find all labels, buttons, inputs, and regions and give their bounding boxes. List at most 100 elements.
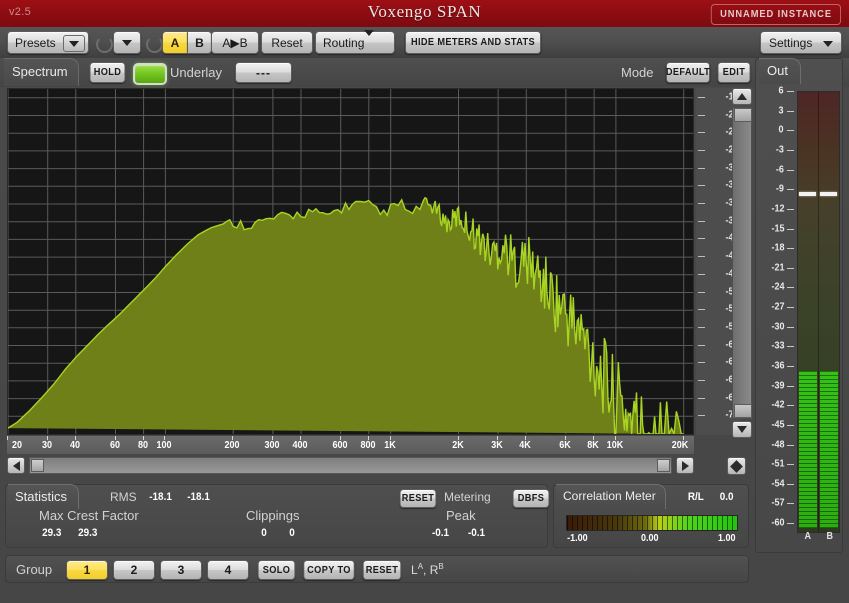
meter-tick-label: -3 [775,144,784,156]
title-bar: v2.5 Voxengo SPAN UNNAMED INSTANCE [0,0,849,28]
frequency-tick-label: 800 [360,440,376,451]
frequency-tick-label: 6K [559,440,571,451]
spectrum-tab[interactable]: Spectrum [4,58,79,86]
meter-tick-label: -18 [770,242,784,254]
zoom-reset-button[interactable] [727,457,746,475]
copy-a-to-b-button[interactable]: A▶B [211,31,259,54]
hold-button[interactable]: HOLD [89,62,126,83]
channel-map-right-sup: B [438,562,444,571]
instance-name-button[interactable]: UNNAMED INSTANCE [710,4,841,25]
meter-tick-label: -36 [770,360,784,372]
meter-label-a: A [804,531,811,542]
spectrum-plot [8,89,693,434]
peak-value-a: -0.1 [431,527,450,539]
clippings-label: Clippings [246,508,300,523]
rms-value-a: -18.1 [149,491,172,503]
correlation-scale-mid: 0.00 [640,533,659,544]
scroll-left-button[interactable] [7,457,25,474]
triangle-right-icon [681,460,689,471]
hide-meters-and-stats-button[interactable]: HIDE METERS AND STATS [404,31,542,54]
max-crest-factor-label: Max Crest Factor [39,508,139,523]
presets-label: Presets [15,35,56,50]
output-meter-scale: 6 3 0 -3 -6 -9 -12 -15 -18 -21 -24 -27 -… [756,86,796,537]
group-bar: Group 1 2 3 4 SOLO COPY TO RESET LA, RB [5,555,749,583]
correlation-meter-tab[interactable]: Correlation Meter [556,484,666,509]
slot-a-button[interactable]: A [162,31,187,54]
settings-label: Settings [769,35,813,50]
meter-tick-label: -57 [770,497,784,509]
copy-to-button[interactable]: COPY TO [303,560,355,580]
horizontal-scroll-thumb-left[interactable] [31,459,44,472]
scroll-up-button[interactable] [732,88,752,105]
horizontal-scroll-thumb-right[interactable] [657,459,670,472]
spectrum-horizontal-scrollbar[interactable] [7,456,694,476]
span-plugin-window: v2.5 Voxengo SPAN UNNAMED INSTANCE Prese… [0,0,849,603]
statistics-panel: Statistics RMS -18.1 -18.1 RESET Meterin… [5,484,550,548]
triangle-left-icon [12,460,20,471]
routing-dropdown-icon[interactable] [364,29,375,50]
settings-button[interactable]: Settings [760,31,842,54]
output-meter-panel: Out 6 3 0 -3 -6 -9 -12 -15 -18 -21 -24 -… [755,58,843,553]
presets-button[interactable]: Presets [7,31,89,54]
frequency-tick-label: 4K [519,440,532,451]
statistics-reset-button[interactable]: RESET [399,489,437,508]
group-button-4[interactable]: 4 [207,560,249,580]
vertical-scroll-thumb-bottom[interactable] [734,404,752,418]
frequency-tick-label: 300 [264,440,280,451]
peak-label: Peak [446,508,476,523]
spectrum-graph[interactable] [7,88,694,435]
metering-mode-button[interactable]: DBFS [512,489,550,508]
statistics-tab[interactable]: Statistics [8,484,80,509]
presets-dropdown-icon[interactable] [63,35,85,52]
meter-tick-label: -54 [770,478,784,490]
slot-b-button[interactable]: B [187,31,212,54]
correlation-bar[interactable] [566,515,738,531]
meter-tick-label: -21 [770,262,784,274]
redo-icon[interactable] [146,36,163,53]
underlay-label: Underlay [170,65,223,80]
scroll-right-button[interactable] [676,457,694,474]
mode-default-button[interactable]: DEFAULT [666,62,711,83]
frequency-tick-label: 20 [11,440,23,451]
rms-label: RMS [110,490,137,504]
solo-button[interactable]: SOLO [257,560,296,580]
frequency-tick-label: 100 [156,440,172,451]
meter-tick-label: -6 [775,164,784,175]
spectrum-vertical-scrollbar[interactable] [732,88,754,458]
undo-icon[interactable] [96,36,113,53]
group-reset-button[interactable]: RESET [362,560,402,580]
mode-edit-button[interactable]: EDIT [717,62,751,83]
vertical-scroll-thumb-top[interactable] [734,108,752,122]
underlay-select[interactable]: --- [235,62,292,83]
ab-slot-group: A B [162,31,212,54]
out-tab[interactable]: Out [759,58,801,84]
routing-label: Routing [323,35,365,50]
frequency-tick-label: 80 [137,440,148,451]
reset-button[interactable]: Reset [261,31,313,54]
meter-channel-b [819,92,840,532]
group-button-3[interactable]: 3 [160,560,202,580]
output-meter-bars[interactable] [797,91,840,533]
group-button-2[interactable]: 2 [113,560,155,580]
chevron-down-icon [823,41,833,47]
routing-button[interactable]: Routing [315,29,395,54]
meter-tick-label: -12 [770,203,784,215]
hold-led-indicator[interactable] [133,63,167,85]
frequency-tick-label: 8K [587,440,599,451]
vertical-scroll-track[interactable] [732,107,752,419]
group-button-1[interactable]: 1 [66,560,108,580]
horizontal-scroll-track[interactable] [29,457,672,474]
spectrum-header-bar: Spectrum HOLD Underlay --- Mode DEFAULT … [0,58,849,87]
meter-tick-label: -42 [770,399,784,411]
group-label: Group [16,562,53,577]
mode-label: Mode [621,65,654,80]
preset-menu-button[interactable] [113,31,141,54]
scroll-down-button[interactable] [732,421,752,438]
meter-tick-label: -45 [770,419,784,431]
spectrum-frequency-axis: 20 30 40 60 80 100 200 300 400 600 800 1… [7,436,694,454]
meter-tick-label: -60 [770,517,784,529]
meter-fill-b [819,370,838,528]
meter-tick-label: -24 [770,281,784,293]
frequency-tick-label: 3K [491,440,503,451]
max-crest-value-a: 29.3 [42,527,62,539]
